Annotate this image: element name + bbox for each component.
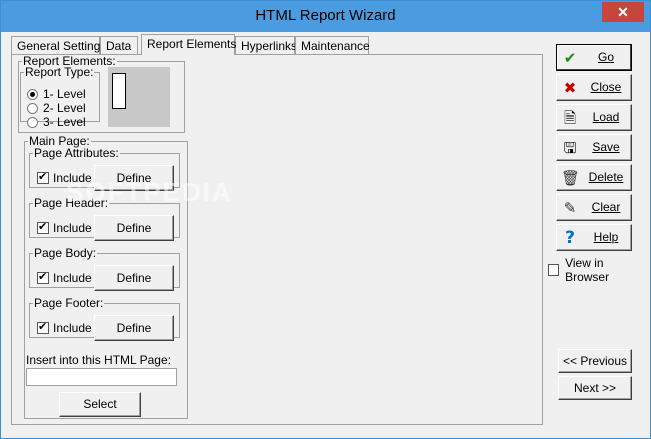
save-label: Save bbox=[592, 140, 620, 154]
checkbox[interactable] bbox=[37, 220, 49, 234]
radio-button[interactable] bbox=[27, 88, 38, 100]
watermark: SOFTPEDIA bbox=[66, 177, 233, 207]
include-label: Include bbox=[53, 271, 92, 285]
checkbox[interactable] bbox=[37, 320, 49, 334]
tab-general-settings[interactable]: General Settings bbox=[11, 36, 106, 54]
help-button[interactable]: ? Help bbox=[556, 224, 632, 251]
report-type-legend: Report Type: bbox=[25, 65, 94, 79]
client-area: General Settings Data Report Elements Hy… bbox=[8, 32, 643, 431]
insert-html-page-label: Insert into this HTML Page: bbox=[26, 353, 171, 367]
go-label: Go bbox=[597, 50, 614, 64]
view-in-browser-label: View in Browser bbox=[565, 256, 610, 284]
window-title: HTML Report Wizard bbox=[255, 7, 396, 24]
report-elements-panel: Report Elements: Report Type: 1- Level 2… bbox=[11, 54, 543, 425]
radio-label: 1- Level bbox=[43, 87, 86, 101]
clear-label: Clear bbox=[591, 200, 621, 214]
page-header-include[interactable]: Include bbox=[37, 220, 92, 235]
trash-icon: 🗑 bbox=[561, 169, 581, 187]
define-page-header-button[interactable]: Define bbox=[94, 215, 174, 241]
radio-button[interactable] bbox=[27, 102, 38, 114]
include-label: Include bbox=[53, 321, 92, 335]
eraser-icon: ✎ bbox=[563, 199, 577, 217]
check-icon: ✔ bbox=[563, 49, 577, 67]
clear-button[interactable]: ✎ Clear bbox=[556, 194, 632, 221]
view-in-browser-toggle[interactable]: View in Browser bbox=[548, 256, 643, 284]
load-label: Load bbox=[592, 110, 620, 124]
delete-button[interactable]: 🗑 Delete bbox=[556, 164, 632, 191]
page-body-include[interactable]: Include bbox=[37, 270, 92, 285]
view-in-browser-checkbox[interactable] bbox=[548, 264, 560, 276]
define-page-footer-button[interactable]: Define bbox=[94, 315, 174, 341]
title-bar: HTML Report Wizard ✕ bbox=[1, 1, 650, 32]
radio-label: 2- Level bbox=[43, 101, 86, 115]
page-footer-legend: Page Footer: bbox=[34, 296, 104, 310]
window-close-button[interactable]: ✕ bbox=[602, 2, 644, 22]
load-button[interactable]: 🗎 Load bbox=[556, 104, 632, 131]
define-page-body-button[interactable]: Define bbox=[94, 265, 174, 291]
close-button[interactable]: ✖ Close bbox=[556, 74, 632, 101]
delete-label: Delete bbox=[588, 170, 624, 184]
close-x-icon: ✖ bbox=[563, 79, 577, 97]
close-icon: ✕ bbox=[617, 4, 629, 20]
select-button[interactable]: Select bbox=[59, 392, 141, 417]
tab-maintenance[interactable]: Maintenance bbox=[295, 36, 370, 54]
radio-1-level[interactable]: 1- Level bbox=[27, 87, 86, 101]
save-button[interactable]: 🖫 Save bbox=[556, 134, 632, 161]
next-button[interactable]: Next >> bbox=[558, 376, 632, 400]
tab-report-elements[interactable]: Report Elements bbox=[141, 34, 236, 55]
save-document-icon: 🖫 bbox=[563, 139, 577, 157]
page-preview-icon bbox=[112, 73, 126, 109]
page-footer-group: Page Footer: Include Define bbox=[29, 296, 180, 341]
radio-2-level[interactable]: 2- Level bbox=[27, 101, 86, 115]
tab-data[interactable]: Data bbox=[100, 36, 138, 54]
report-type-preview bbox=[108, 67, 170, 127]
tab-hyperlinks[interactable]: Hyperlinks bbox=[235, 36, 297, 54]
app-window: HTML Report Wizard ✕ General Settings Da… bbox=[0, 0, 651, 439]
radio-3-level[interactable]: 3- Level bbox=[27, 115, 86, 129]
page-attributes-legend: Page Attributes: bbox=[34, 146, 119, 160]
include-label: Include bbox=[53, 221, 92, 235]
report-type-group: Report Type: 1- Level 2- Level 3- Level bbox=[20, 65, 100, 129]
page-body-group: Page Body: Include Define bbox=[29, 246, 180, 291]
question-icon: ? bbox=[565, 228, 575, 248]
help-label: Help bbox=[593, 230, 619, 244]
page-body-legend: Page Body: bbox=[34, 246, 97, 260]
close-label: Close bbox=[590, 80, 622, 94]
checkbox[interactable] bbox=[37, 170, 49, 184]
go-button[interactable]: ✔ Go bbox=[556, 44, 632, 71]
radio-label: 3- Level bbox=[43, 115, 86, 129]
checkbox[interactable] bbox=[37, 270, 49, 284]
document-icon: 🗎 bbox=[563, 109, 577, 127]
page-footer-include[interactable]: Include bbox=[37, 320, 92, 335]
radio-button[interactable] bbox=[27, 116, 38, 128]
previous-button[interactable]: << Previous bbox=[558, 349, 632, 373]
insert-html-page-input[interactable] bbox=[26, 368, 177, 386]
